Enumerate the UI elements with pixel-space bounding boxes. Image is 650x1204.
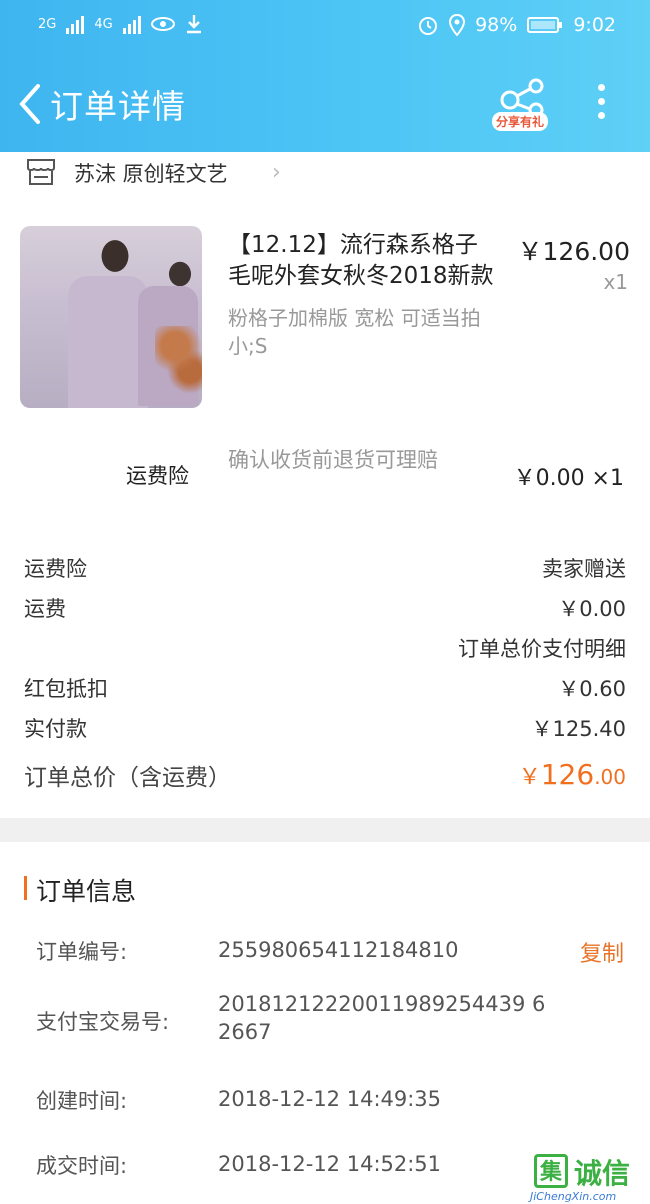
summary-key: 运费险 — [24, 557, 87, 581]
summary-row-shipping: 运费 ￥0.00 — [24, 593, 626, 623]
summary-row-payment-detail[interactable]: 订单总价支付明细 — [24, 633, 626, 663]
signal-icon-2 — [122, 14, 141, 34]
signal-icon — [66, 14, 85, 34]
product-title-line2: 毛呢外套女秋冬2018新款 — [228, 263, 494, 289]
summary-key: 实付款 — [24, 717, 87, 741]
created-time-value: 2018-12-12 14:49:35 — [218, 1087, 442, 1111]
download-icon — [186, 15, 201, 34]
clock: 9:02 — [573, 14, 616, 36]
status-bar-left: 2G 4G — [38, 14, 203, 34]
insurance-label: 运费险 — [126, 464, 189, 488]
share-reward-badge[interactable]: 分享有礼 — [492, 112, 549, 131]
product-image[interactable] — [20, 226, 202, 408]
total-price: ￥126.00 — [518, 758, 626, 791]
product-price: ￥126.00 — [517, 237, 630, 266]
insurance-price: ￥0.00 ×1 — [513, 466, 624, 491]
alipay-value: 20181212220011989254439 62667 — [218, 992, 546, 1044]
summary-value: ￥125.40 — [531, 717, 626, 741]
insurance-description: 确认收货前退货可理赔 — [228, 448, 438, 472]
deal-time-value: 2018-12-12 14:52:51 — [218, 1152, 442, 1176]
alarm-icon — [419, 17, 438, 35]
product-sku: 粉格子加棉版 宽松 可适当拍小;S — [228, 306, 481, 358]
total-label: 订单总价（含运费） — [24, 765, 231, 791]
summary-row-paid: 实付款 ￥125.40 — [24, 713, 626, 743]
app-header: 2G 4G 98% 9:02 订单详情 分享有礼 — [0, 0, 650, 152]
battery-icon — [527, 17, 563, 33]
order-number-label: 订单编号: — [36, 940, 128, 964]
more-menu-icon[interactable] — [596, 84, 606, 124]
chevron-right-icon: › — [272, 160, 281, 185]
network-4g-label: 4G — [94, 16, 113, 32]
summary-row-insurance: 运费险 卖家赠送 — [24, 553, 626, 583]
payment-detail-link[interactable]: 订单总价支付明细 — [458, 633, 626, 663]
shop-row[interactable]: 苏沫 原创轻文艺 › — [0, 152, 650, 202]
location-icon — [449, 14, 466, 36]
summary-key: 运费 — [24, 597, 66, 621]
alipay-label: 支付宝交易号: — [36, 1010, 170, 1034]
summary-value: ￥0.00 — [558, 597, 626, 621]
shop-name[interactable]: 苏沫 原创轻文艺 — [74, 158, 228, 188]
created-time-label: 创建时间: — [36, 1089, 128, 1113]
back-arrow-icon[interactable] — [12, 80, 52, 128]
watermark-box: 集 — [534, 1154, 568, 1188]
battery-percent: 98% — [475, 14, 518, 36]
product-quantity: x1 — [603, 270, 628, 294]
nav-bar: 订单详情 分享有礼 — [0, 74, 650, 134]
order-number-value: 2559806541121848​10 — [218, 938, 459, 962]
store-icon — [27, 159, 55, 185]
product-title-line1: 【12.12】流行森系格子 — [228, 232, 478, 258]
deal-time-label: 成交时间: — [36, 1154, 128, 1178]
watermark-sub: JiChengXin.com — [530, 1190, 617, 1203]
network-2g-label: 2G — [38, 16, 57, 32]
summary-key: 红包抵扣 — [24, 677, 108, 701]
status-bar-right: 98% 9:02 — [417, 14, 616, 36]
watermark-text: 诚信 — [574, 1157, 631, 1190]
summary-row-redpacket: 红包抵扣 ￥0.60 — [24, 673, 626, 703]
summary-value: 卖家赠送 — [542, 557, 626, 581]
order-info-heading: 订单信息 — [36, 877, 137, 906]
product-title[interactable]: 【12.12】流行森系格子 毛呢外套女秋冬2018新款 — [228, 230, 513, 292]
eye-icon — [150, 17, 175, 31]
page-title: 订单详情 — [50, 87, 186, 126]
section-divider — [0, 818, 650, 842]
summary-value: ￥0.60 — [558, 677, 626, 701]
copy-button[interactable]: 复制 — [580, 936, 624, 968]
watermark-logo: 集 诚信 JiChengXin.com — [530, 1152, 648, 1203]
summary-row-total: 订单总价（含运费） ￥126.00 — [24, 758, 626, 794]
